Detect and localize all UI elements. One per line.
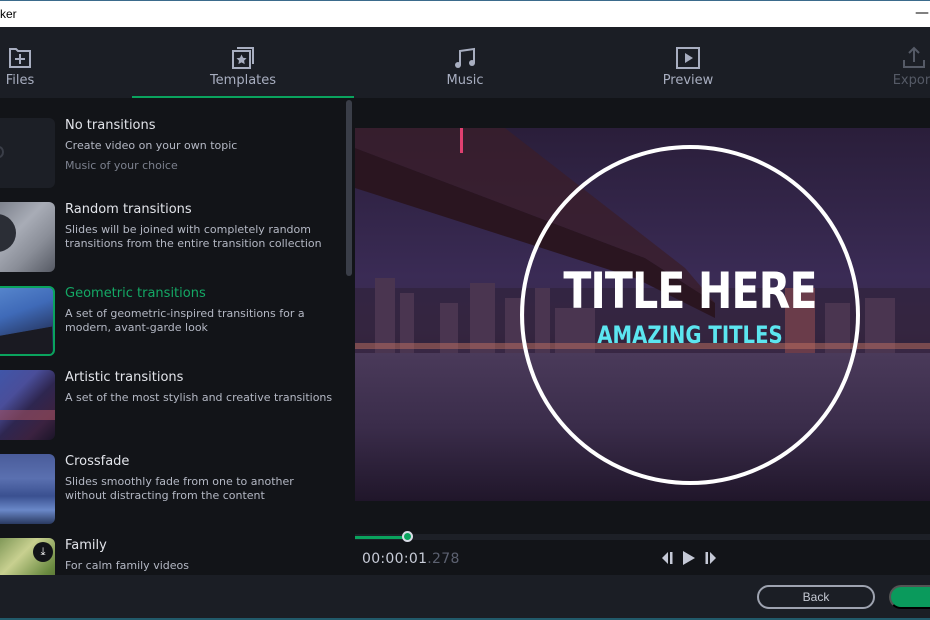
progress-knob[interactable] [402,531,413,542]
minimize-button[interactable]: — [914,3,930,23]
template-thumbnail [0,454,55,524]
template-description: For calm family videos [65,559,189,572]
thumbnail-shape [0,410,55,420]
templates-list: No transitions Create video on your own … [0,98,355,575]
play-square-icon [676,47,700,69]
tab-preview[interactable]: Preview [633,27,743,98]
template-description: A set of geometric-inspired transitions … [65,307,305,334]
template-description: A set of the most stylish and creative t… [65,391,333,404]
template-thumbnail: ⤓ [0,538,55,575]
template-subtitle: Music of your choice [65,159,178,172]
tab-templates[interactable]: Templates [132,27,354,98]
template-title: Crossfade [65,454,130,469]
red-light [460,128,463,153]
template-item-artistic-transitions[interactable]: Artistic transitions A set of the most s… [0,370,340,450]
template-title: Family [65,538,107,553]
progress-fill [355,536,407,539]
template-thumbnail [0,202,55,272]
tab-preview-label: Preview [662,73,714,88]
template-description: Slides will be joined with completely ra… [65,223,322,250]
template-item-geometric-transitions[interactable]: Geometric transitions A set of geometric… [0,286,340,366]
template-description: Create video on your own topic [65,139,238,152]
video-preview[interactable]: TITLE HERE AMAZING TITLES [355,128,930,501]
template-title: No transitions [65,118,156,133]
template-title: Geometric transitions [65,286,206,301]
template-thumbnail [0,370,55,440]
timecode: 00:00:01.278 [362,551,460,567]
thumbnail-shape [0,326,52,354]
download-icon[interactable]: ⤓ [33,542,53,562]
music-note-icon [455,47,475,68]
list-scrollbar[interactable] [346,100,352,276]
tab-export-label: Export [892,73,930,88]
circle-icon [0,146,4,158]
title-text: TITLE HERE [563,262,817,320]
tab-files-label: Files [5,73,35,88]
timecode-main: 00:00:01 [362,551,428,567]
tab-export[interactable]: Export [874,27,930,98]
tab-music[interactable]: Music [410,27,520,98]
template-thumbnail [0,286,55,356]
previous-frame-icon[interactable] [660,550,674,566]
template-thumbnail [0,118,55,188]
templates-star-icon [232,47,254,69]
preview-pane: TITLE HERE AMAZING TITLES 00:00:01.278 [355,98,930,575]
template-description: Slides smoothly fade from one to another… [65,475,294,502]
template-item-random-transitions[interactable]: Random transitions Slides will be joined… [0,202,340,282]
template-item-crossfade[interactable]: Crossfade Slides smoothly fade from one … [0,454,340,534]
template-title: Artistic transitions [65,370,184,385]
template-item-family[interactable]: ⤓ Family For calm family videos [0,538,340,575]
thumbnail-shape [0,214,16,252]
template-item-no-transitions[interactable]: No transitions Create video on your own … [0,118,340,198]
play-icon[interactable] [682,550,696,566]
back-button[interactable]: Back [757,585,875,609]
next-button[interactable] [889,585,930,609]
subtitle-text: AMAZING TITLES [597,321,783,349]
export-upload-icon [903,46,925,68]
folder-add-icon [9,48,31,68]
tab-music-label: Music [446,73,484,88]
main-toolbar: Files Templates Music Preview Export [0,27,930,98]
window-titlebar: ker — [0,0,930,27]
progress-track[interactable] [355,534,930,540]
tab-templates-label: Templates [209,73,277,88]
window-title: ker [0,7,17,21]
tab-files[interactable]: Files [0,27,60,98]
template-title: Random transitions [65,202,192,217]
footer-bar: Back [0,575,930,620]
next-frame-icon[interactable] [704,550,718,566]
timecode-ms: .278 [427,551,460,567]
